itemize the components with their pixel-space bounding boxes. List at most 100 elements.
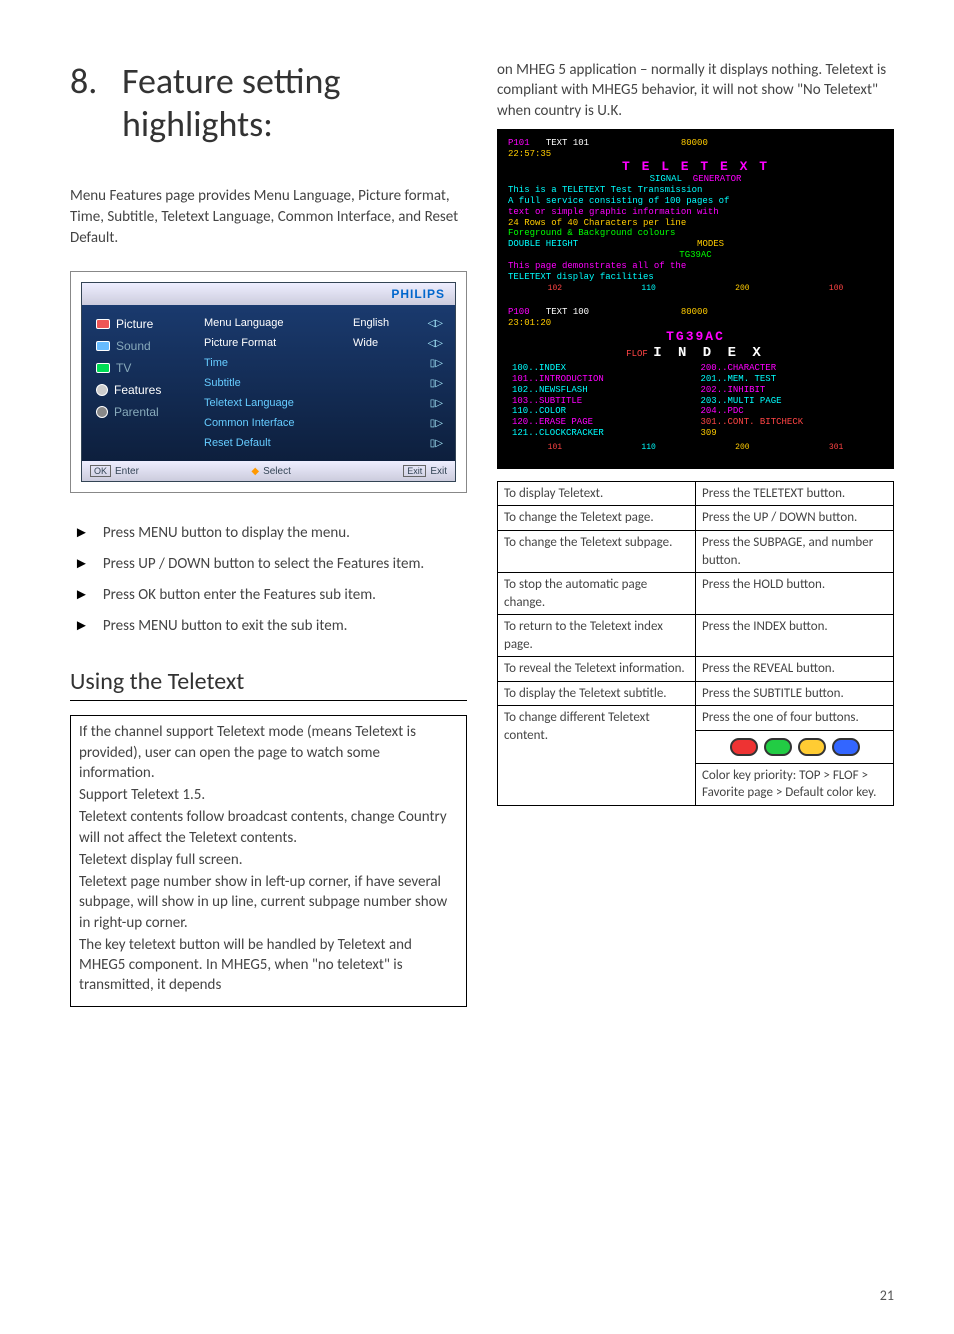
yellow-button-icon bbox=[798, 738, 826, 756]
arrow-icon: ▯▷ bbox=[413, 358, 443, 369]
side-label: Parental bbox=[114, 405, 159, 419]
side-label: Picture bbox=[116, 317, 153, 331]
box-para: Teletext page number show in left-up cor… bbox=[79, 872, 458, 933]
ttx-foot: 102 bbox=[548, 284, 562, 293]
ttx-title: T E L E T E X T bbox=[508, 159, 883, 174]
menu-main: Menu LanguageEnglish◁▷ Picture FormatWid… bbox=[196, 311, 451, 455]
ok-label: Enter bbox=[115, 466, 139, 477]
table-row: To display the Teletext subtitle.Press t… bbox=[498, 681, 894, 706]
ttx-pagenum: P101 bbox=[508, 138, 530, 148]
intro-paragraph: Menu Features page provides Menu Languag… bbox=[70, 186, 467, 249]
red-button-icon bbox=[730, 738, 758, 756]
bullet-arrow-icon: ► bbox=[74, 616, 89, 637]
table-row: To change different Teletext content. Pr… bbox=[498, 706, 894, 731]
table-cell: Press the SUBTITLE button. bbox=[696, 681, 894, 706]
side-label: TV bbox=[116, 361, 131, 375]
box-para: Teletext contents follow broadcast conte… bbox=[79, 807, 458, 848]
step-text: Press UP / DOWN button to select the Fea… bbox=[103, 554, 424, 575]
ttx-line: GENERATOR bbox=[693, 174, 742, 184]
box-para: Teletext display full screen. bbox=[79, 850, 458, 870]
sound-icon bbox=[96, 341, 110, 351]
select-label: Select bbox=[263, 466, 291, 477]
parental-icon bbox=[96, 406, 108, 418]
picture-icon bbox=[96, 319, 110, 329]
ttx-line: 309 bbox=[701, 428, 880, 439]
section-heading: 8. Feature setting highlights: bbox=[70, 60, 467, 146]
ttx-line: 202..INHIBIT bbox=[701, 385, 880, 396]
ttx-foot: 301 bbox=[829, 443, 843, 452]
ttx-pagenum: P100 bbox=[508, 307, 530, 317]
ttx-line: TELETEXT display facilities bbox=[508, 272, 883, 283]
table-row: To change the Teletext page.Press the UP… bbox=[498, 506, 894, 531]
ttx-line: 102..NEWSFLASH bbox=[512, 385, 691, 396]
ttx-foot: 101 bbox=[548, 443, 562, 452]
table-cell: Press the INDEX button. bbox=[696, 615, 894, 657]
select-icon: ◆ bbox=[251, 466, 259, 477]
side-label: Sound bbox=[116, 339, 151, 353]
ttx-line: I N D E X bbox=[653, 345, 765, 361]
steps-list: ►Press MENU button to display the menu. … bbox=[74, 523, 467, 637]
menu-brand: PHILIPS bbox=[82, 283, 455, 305]
ttx-line: SIGNAL bbox=[650, 174, 682, 184]
menu-row-label: Menu Language bbox=[204, 317, 353, 329]
menu-row-label: Teletext Language bbox=[204, 397, 353, 409]
ttx-foot: 200 bbox=[735, 443, 749, 452]
table-cell: To change different Teletext content. bbox=[498, 706, 696, 806]
table-cell: To stop the automatic page change. bbox=[498, 573, 696, 615]
ttx-line: 120..ERASE PAGE bbox=[512, 417, 691, 428]
heading-text: Feature setting highlights: bbox=[122, 60, 467, 146]
color-buttons-cell bbox=[696, 730, 894, 763]
menu-screenshot: PHILIPS Picture Sound TV Features Parent… bbox=[70, 271, 467, 493]
teletext-instruction-table: To display Teletext.Press the TELETEXT b… bbox=[497, 481, 894, 806]
bullet-arrow-icon: ► bbox=[74, 554, 89, 575]
ttx-line: This page demonstrates all of the bbox=[508, 261, 883, 272]
table-cell: To reveal the Teletext information. bbox=[498, 657, 696, 682]
blue-button-icon bbox=[832, 738, 860, 756]
table-row: To stop the automatic page change.Press … bbox=[498, 573, 894, 615]
ttx-line: 121..CLOCKCRACKER bbox=[512, 428, 691, 439]
ttx-line: 100..INDEX bbox=[512, 363, 691, 374]
ttx-foot: 110 bbox=[641, 443, 655, 452]
ttx-foot: 200 bbox=[735, 284, 749, 293]
table-cell: Press the REVEAL button. bbox=[696, 657, 894, 682]
table-cell: Press the one of four buttons. bbox=[696, 706, 894, 731]
arrow-icon: ▯▷ bbox=[413, 398, 443, 409]
table-row: To reveal the Teletext information.Press… bbox=[498, 657, 894, 682]
table-row: To change the Teletext subpage.Press the… bbox=[498, 530, 894, 572]
ttx-line: 24 Rows of 40 Characters per line bbox=[508, 218, 883, 229]
teletext-description-box: If the channel support Teletext mode (me… bbox=[70, 715, 467, 1006]
ttx-line: text or simple graphic information with bbox=[508, 207, 883, 218]
ttx-line: 301..CONT. BITCHECK bbox=[701, 417, 880, 428]
side-label: Features bbox=[114, 383, 161, 397]
menu-row-label: Picture Format bbox=[204, 337, 353, 349]
ttx-line: 110..COLOR bbox=[512, 406, 691, 417]
ok-box: OK bbox=[90, 465, 111, 477]
exit-label: Exit bbox=[430, 466, 447, 477]
ttx-line: 200..CHARACTER bbox=[701, 363, 880, 374]
page-number: 21 bbox=[880, 1287, 894, 1304]
table-cell: To change the Teletext page. bbox=[498, 506, 696, 531]
exit-box: Exit bbox=[403, 465, 426, 477]
step-text: Press MENU button to exit the sub item. bbox=[103, 616, 348, 637]
table-cell: To display the Teletext subtitle. bbox=[498, 681, 696, 706]
ttx-line: 201..MEM. TEST bbox=[701, 374, 880, 385]
table-cell: To change the Teletext subpage. bbox=[498, 530, 696, 572]
table-row: To display Teletext.Press the TELETEXT b… bbox=[498, 481, 894, 506]
bullet-arrow-icon: ► bbox=[74, 523, 89, 544]
step-text: Press MENU button to display the menu. bbox=[103, 523, 350, 544]
menu-row-value: Wide bbox=[353, 337, 413, 349]
ttx-time: 80000 22:57:35 bbox=[508, 138, 708, 159]
heading-number: 8. bbox=[70, 60, 122, 146]
table-cell: Color key priority: TOP > FLOF > Favorit… bbox=[696, 763, 894, 805]
teletext-subheading: Using the Teletext bbox=[70, 667, 467, 701]
menu-row-value: English bbox=[353, 317, 413, 329]
ttx-line: TG39AC bbox=[508, 250, 883, 261]
ttx-header: TEXT 101 bbox=[546, 138, 589, 148]
box-para: The key teletext button will be handled … bbox=[79, 935, 458, 996]
arrow-icon: ◁▷ bbox=[413, 318, 443, 329]
arrow-icon: ▯▷ bbox=[413, 418, 443, 429]
table-cell: To display Teletext. bbox=[498, 481, 696, 506]
arrow-icon: ▯▷ bbox=[413, 438, 443, 449]
menu-row-label: Reset Default bbox=[204, 437, 353, 449]
ttx-title: TG39AC bbox=[508, 329, 883, 345]
